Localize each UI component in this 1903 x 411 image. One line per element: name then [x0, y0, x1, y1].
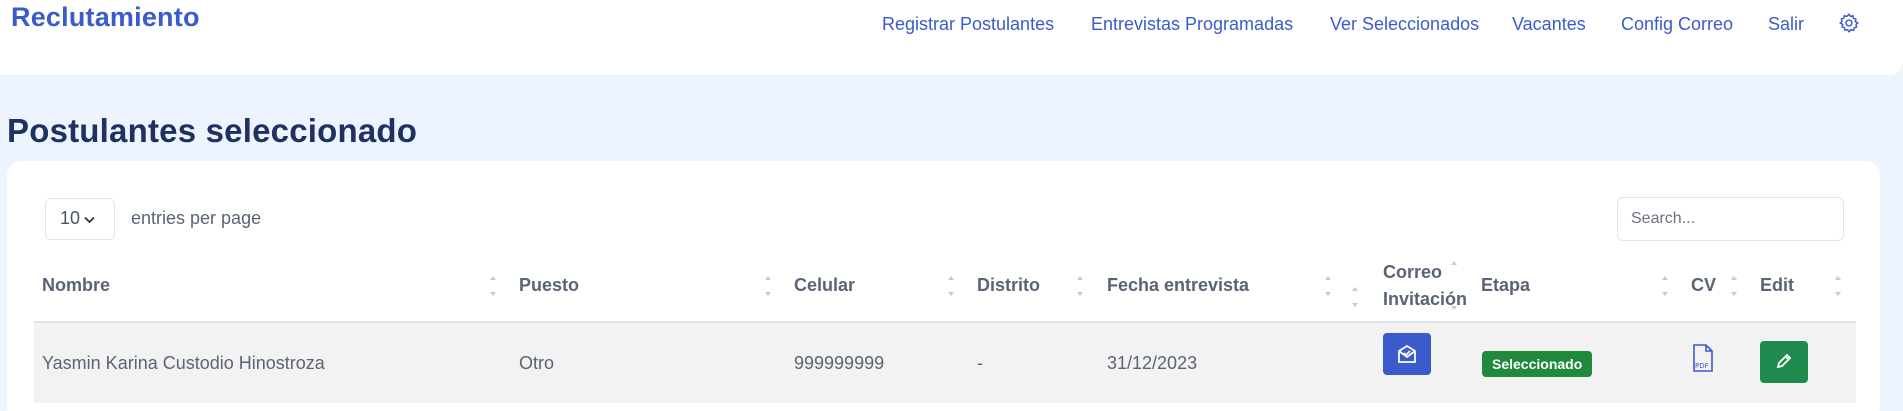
nav-link-salir[interactable]: Salir — [1768, 14, 1804, 35]
sort-icon[interactable] — [1323, 273, 1333, 299]
sort-icon[interactable] — [1075, 273, 1085, 299]
cell-distrito: - — [977, 353, 983, 373]
sort-icon[interactable] — [763, 273, 773, 299]
nav-link-ver-seleccionados[interactable]: Ver Seleccionados — [1330, 14, 1479, 35]
cell-celular: 999999999 — [794, 353, 885, 373]
entries-value: 10 — [60, 208, 81, 228]
column-header-puesto[interactable]: Puesto — [519, 275, 579, 296]
column-header-correo[interactable]: Correo — [1383, 262, 1442, 283]
sort-icon[interactable] — [946, 273, 956, 299]
cell-puesto: Otro — [519, 353, 555, 373]
nav-link-vacantes[interactable]: Vacantes — [1512, 14, 1586, 35]
page-title: Postulantes seleccionado — [7, 112, 418, 149]
column-header-fecha-entrevista[interactable]: Fecha entrevista — [1107, 275, 1249, 296]
sort-icon[interactable] — [1660, 273, 1670, 299]
sort-icon[interactable] — [1729, 273, 1739, 299]
nav-link-registrar-postulantes[interactable]: Registrar Postulantes — [882, 14, 1054, 35]
pdf-icon[interactable]: PDF — [1690, 343, 1716, 373]
cell-fecha-entrevista: 31/12/2023 — [1107, 353, 1198, 373]
top-navbar: Reclutamiento Registrar Postulantes Entr… — [0, 0, 1903, 75]
column-header-nombre[interactable]: Nombre — [42, 275, 110, 296]
brand-logo-text[interactable]: Reclutamiento — [11, 2, 200, 33]
svg-text:PDF: PDF — [1695, 362, 1709, 370]
column-header-etapa[interactable]: Etapa — [1481, 275, 1530, 296]
send-invitation-button[interactable] — [1383, 333, 1431, 375]
sort-icon[interactable] — [488, 273, 498, 299]
entries-per-page-label: entries per page — [131, 208, 262, 228]
entries-per-page-select[interactable]: 10 — [45, 198, 115, 240]
column-header-celular[interactable]: Celular — [794, 275, 855, 296]
search-input[interactable] — [1617, 197, 1844, 241]
chevron-down-icon — [84, 216, 95, 224]
column-header-distrito[interactable]: Distrito — [977, 275, 1040, 296]
envelope-icon — [1398, 344, 1416, 363]
status-badge: Seleccionado — [1482, 351, 1593, 377]
sort-icon[interactable] — [1833, 273, 1843, 299]
column-header-cv[interactable]: CV — [1691, 275, 1716, 296]
pencil-icon — [1776, 353, 1792, 369]
sort-icon[interactable] — [1350, 284, 1360, 310]
column-header-edit[interactable]: Edit — [1760, 275, 1794, 296]
edit-button[interactable] — [1760, 341, 1808, 383]
cell-nombre: Yasmin Karina Custodio Hinostroza — [42, 353, 325, 373]
nav-link-config-correo[interactable]: Config Correo — [1621, 14, 1733, 35]
nav-link-entrevistas-programadas[interactable]: Entrevistas Programadas — [1091, 14, 1293, 35]
sort-icon[interactable] — [1449, 258, 1459, 284]
gear-icon[interactable] — [1838, 12, 1860, 34]
